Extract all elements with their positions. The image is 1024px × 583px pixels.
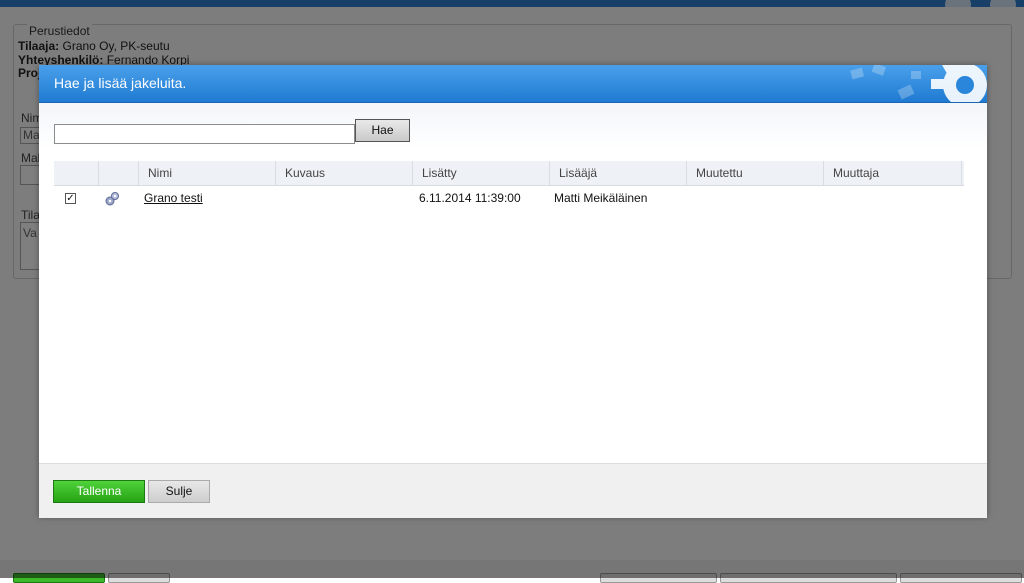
add-distribution-dialog: Hae ja lisää jakeluita. Hae Nimi Kuvaus … [39,65,987,518]
gear-decoration-icon [850,65,987,102]
column-header-muuttaja[interactable]: Muuttaja [824,161,962,185]
dialog-content: Hae Nimi Kuvaus Lisätty Lisääjä Muutettu… [39,103,987,463]
table-row[interactable]: ✓ Grano testi 6.11.2014 11:39:00 Matti M… [54,186,964,211]
row-name-link[interactable]: Grano testi [144,186,203,211]
column-header-kuvaus[interactable]: Kuvaus [276,161,413,185]
search-input[interactable] [54,124,355,144]
distribution-icon [105,192,119,206]
dialog-title: Hae ja lisää jakeluita. [54,75,187,91]
column-header-nimi[interactable]: Nimi [139,161,276,185]
column-header-select [54,161,99,185]
dialog-footer: Tallenna Sulje [39,463,987,518]
row-lisaaja: Matti Meikäläinen [554,191,648,205]
dialog-header: Hae ja lisää jakeluita. [39,65,987,103]
close-button[interactable]: Sulje [148,480,210,503]
distribution-table: Nimi Kuvaus Lisätty Lisääjä Muutettu Muu… [54,161,964,211]
column-header-muutettu[interactable]: Muutettu [687,161,824,185]
row-lisatty: 6.11.2014 11:39:00 [419,191,521,205]
table-header: Nimi Kuvaus Lisätty Lisääjä Muutettu Muu… [54,161,964,186]
column-header-lisaaja[interactable]: Lisääjä [550,161,687,185]
row-checkbox[interactable]: ✓ [65,193,76,204]
save-button[interactable]: Tallenna [53,480,145,503]
column-header-type [99,161,139,185]
column-header-lisatty[interactable]: Lisätty [413,161,550,185]
search-button[interactable]: Hae [355,119,410,142]
